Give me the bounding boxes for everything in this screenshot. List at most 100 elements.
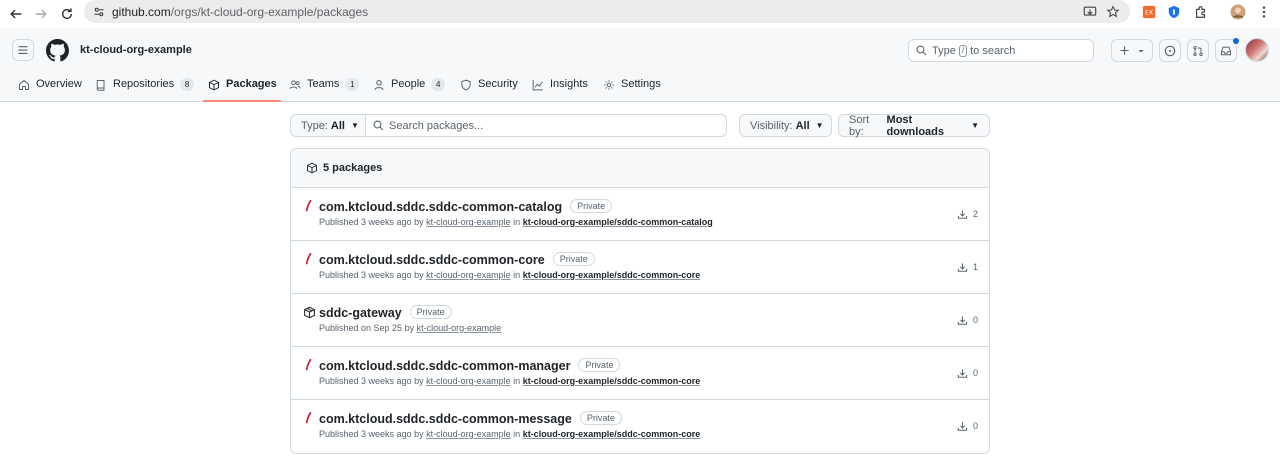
package-row: com.ktcloud.sddc.sddc-common-message Priv… <box>291 400 989 453</box>
repository-link[interactable]: kt-cloud-org-example/sddc-common-core <box>523 270 701 280</box>
tab-packages-label: Packages <box>226 78 277 90</box>
active-tab-underline <box>203 100 281 102</box>
in-text: in <box>513 429 521 439</box>
container-icon <box>302 305 316 319</box>
forward-icon[interactable] <box>31 4 51 24</box>
tab-repositories[interactable]: Repositories 8 <box>94 73 195 102</box>
tab-people[interactable]: People 4 <box>372 73 446 102</box>
tab-teams[interactable]: Teams 1 <box>288 73 360 102</box>
download-count-value: 0 <box>972 368 978 378</box>
github-logo-icon[interactable] <box>46 39 69 62</box>
hamburger-menu-button[interactable] <box>12 39 34 61</box>
package-name-link[interactable]: sddc-gateway Private <box>319 305 452 320</box>
maven-icon <box>302 199 316 213</box>
extension-orange-icon[interactable]: EX <box>1141 4 1157 20</box>
publisher-link[interactable]: kt-cloud-org-example <box>426 217 511 227</box>
visibility-badge: Private <box>552 252 595 266</box>
package-search-placeholder: Search packages... <box>389 119 484 132</box>
package-icon <box>305 161 319 175</box>
home-icon <box>17 78 31 92</box>
download-count: 0 <box>957 420 978 432</box>
tab-insights[interactable]: Insights <box>531 73 588 102</box>
visibility-filter-dropdown[interactable]: Visibility: All ▼ <box>739 114 832 137</box>
search-suffix-text: to search <box>970 44 1016 57</box>
gear-icon <box>602 78 616 92</box>
bookmark-star-icon[interactable] <box>1105 4 1121 20</box>
search-icon <box>373 120 384 131</box>
download-count-value: 0 <box>972 421 978 431</box>
user-avatar[interactable] <box>1245 38 1269 62</box>
reload-icon[interactable] <box>57 4 77 24</box>
repository-link[interactable]: kt-cloud-org-example/sddc-common-core <box>523 429 701 439</box>
download-count-value: 2 <box>972 209 978 219</box>
visibility-badge: Private <box>409 305 452 319</box>
svg-text:EX: EX <box>1145 10 1153 17</box>
tab-overview[interactable]: Overview <box>17 73 82 102</box>
tab-teams-label: Teams <box>307 78 340 90</box>
repositories-count-badge: 8 <box>180 78 195 91</box>
tab-repositories-label: Repositories <box>113 78 175 90</box>
browser-menu-icon[interactable] <box>1256 4 1272 20</box>
publisher-link[interactable]: kt-cloud-org-example <box>426 429 511 439</box>
graph-icon <box>531 78 545 92</box>
issue-opened-icon <box>1164 45 1176 57</box>
type-filter-dropdown[interactable]: Type: All ▼ <box>290 114 366 137</box>
org-nav-tabs: Overview Repositories 8 Packages Teams 1… <box>0 73 1280 102</box>
packages-list: 5 packages com.ktcloud.sddc.sddc-common-… <box>290 148 990 454</box>
repository-link[interactable]: kt-cloud-org-example/sddc-common-core <box>523 376 701 386</box>
published-text: Published on Sep 25 by <box>319 323 415 333</box>
package-name-link[interactable]: com.ktcloud.sddc.sddc-common-core Private <box>319 252 595 267</box>
package-meta: Published on Sep 25 by kt-cloud-org-exam… <box>319 323 501 333</box>
visibility-filter-label: Visibility: <box>750 119 793 132</box>
type-filter-label: Type: <box>301 119 328 132</box>
package-row: com.ktcloud.sddc.sddc-common-core Private… <box>291 241 989 294</box>
package-name: sddc-gateway <box>319 306 402 320</box>
package-search-input[interactable]: Search packages... <box>365 114 727 137</box>
type-filter-value: All <box>330 119 345 132</box>
address-bar[interactable]: github.com/orgs/kt-cloud-org-example/pac… <box>84 0 1130 23</box>
site-info-icon[interactable] <box>92 5 106 19</box>
package-name: com.ktcloud.sddc.sddc-common-core <box>319 253 545 267</box>
in-text: in <box>513 217 521 227</box>
people-icon <box>288 78 302 92</box>
global-search-input[interactable]: Type / to search <box>908 39 1094 62</box>
package-name-link[interactable]: com.ktcloud.sddc.sddc-common-manager Priv… <box>319 358 621 373</box>
issues-button[interactable] <box>1159 39 1181 62</box>
create-new-button[interactable] <box>1111 39 1153 62</box>
package-row: com.ktcloud.sddc.sddc-common-manager Priv… <box>291 347 989 400</box>
password-manager-icon[interactable] <box>1166 4 1182 20</box>
download-icon <box>957 261 969 273</box>
download-count: 2 <box>957 208 978 220</box>
package-name-link[interactable]: com.ktcloud.sddc.sddc-common-message Priv… <box>319 411 622 426</box>
caret-down-icon: ▼ <box>350 121 359 130</box>
package-name-link[interactable]: com.ktcloud.sddc.sddc-common-catalog Priv… <box>319 199 613 214</box>
sort-dropdown[interactable]: Sort by: Most downloads ▼ <box>838 114 990 138</box>
tab-security-label: Security <box>478 78 518 90</box>
chevron-down-icon <box>1137 47 1145 55</box>
tab-settings[interactable]: Settings <box>602 73 661 102</box>
url-text: github.com/orgs/kt-cloud-org-example/pac… <box>112 4 369 19</box>
tab-packages[interactable]: Packages <box>203 73 281 102</box>
visibility-badge: Private <box>579 411 622 425</box>
tab-overview-label: Overview <box>36 78 82 90</box>
publisher-link[interactable]: kt-cloud-org-example <box>426 270 511 280</box>
packages-list-header: 5 packages <box>291 149 989 188</box>
publisher-link[interactable]: kt-cloud-org-example <box>417 323 502 333</box>
pull-requests-button[interactable] <box>1187 39 1209 62</box>
package-meta: Published 3 weeks ago by kt-cloud-org-ex… <box>319 217 713 227</box>
tab-people-label: People <box>391 78 426 90</box>
browser-toolbar: github.com/orgs/kt-cloud-org-example/pac… <box>0 0 1280 28</box>
back-icon[interactable] <box>6 4 26 24</box>
caret-down-icon: ▼ <box>815 121 824 130</box>
download-icon <box>957 208 969 220</box>
profile-avatar-icon[interactable] <box>1230 4 1246 20</box>
org-name-link[interactable]: kt-cloud-org-example <box>80 44 192 56</box>
extensions-puzzle-icon[interactable] <box>1193 4 1209 20</box>
tab-security[interactable]: Security <box>459 73 518 102</box>
repository-link[interactable]: kt-cloud-org-example/sddc-common-catalog <box>523 217 713 227</box>
search-icon <box>916 45 927 56</box>
notification-indicator <box>1233 38 1239 44</box>
git-pull-request-icon <box>1192 45 1204 57</box>
publisher-link[interactable]: kt-cloud-org-example <box>426 376 511 386</box>
install-app-icon[interactable] <box>1082 4 1098 20</box>
